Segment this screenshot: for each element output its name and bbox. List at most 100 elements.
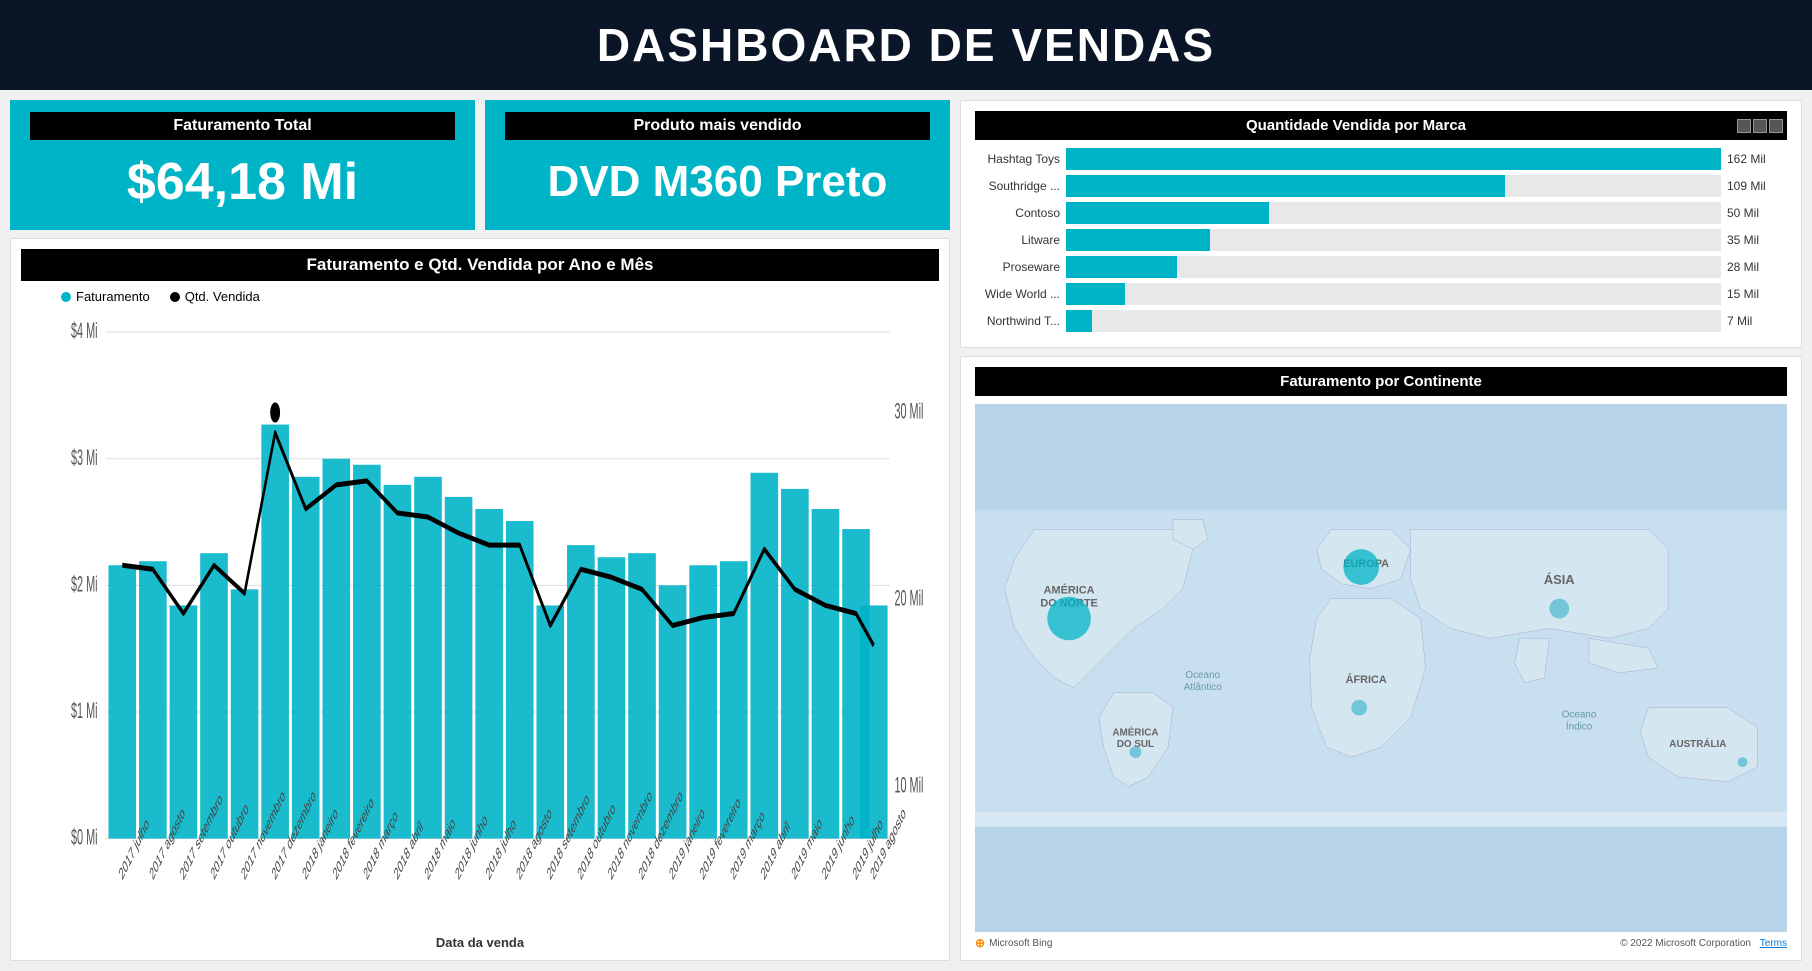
svg-text:$0 Mi: $0 Mi [71, 824, 98, 849]
header-title: DASHBOARD DE VENDAS [597, 19, 1215, 71]
chart-legend: Faturamento Qtd. Vendida [21, 289, 939, 304]
top-kpis: Faturamento Total $64,18 Mi Produto mais… [10, 100, 950, 230]
bubble-africa [1351, 700, 1367, 716]
legend-qtd-label: Qtd. Vendida [185, 289, 260, 304]
brand-bar-container [1066, 202, 1721, 224]
produto-title: Produto mais vendido [505, 112, 930, 140]
brands-section: Quantidade Vendida por Marca Hashtag Toy… [960, 100, 1802, 348]
chart-title: Faturamento e Qtd. Vendida por Ano e Mês [21, 249, 939, 281]
brand-icon-1[interactable] [1737, 119, 1751, 133]
brand-name: Wide World ... [975, 287, 1060, 301]
brand-name: Northwind T... [975, 314, 1060, 328]
svg-text:10 Mil: 10 Mil [894, 772, 923, 797]
brand-value: 28 Mil [1727, 260, 1787, 274]
brands-title-text: Quantidade Vendida por Marca [975, 117, 1737, 134]
brand-name: Hashtag Toys [975, 152, 1060, 166]
legend-dot-blue [61, 292, 71, 302]
legend-faturamento: Faturamento [61, 289, 150, 304]
bubble-europe [1343, 549, 1379, 585]
produto-value: DVD M360 Preto [505, 150, 930, 214]
map-container: AMÉRICA DO NORTE AMÉRICA DO SUL EUROPA Á… [975, 404, 1787, 932]
chart-svg: $4 Mi $3 Mi $2 Mi $1 Mi $0 Mi 30 Mil 20 … [71, 308, 929, 931]
copyright-text: © 2022 Microsoft Corporation [1620, 938, 1751, 949]
legend-qtd: Qtd. Vendida [170, 289, 260, 304]
bing-label: Microsoft Bing [989, 938, 1052, 949]
main-content: Faturamento Total $64,18 Mi Produto mais… [0, 90, 1812, 971]
brand-value: 109 Mil [1727, 179, 1787, 193]
map-title: Faturamento por Continente [975, 367, 1787, 396]
brand-row: Contoso 50 Mil [975, 202, 1787, 224]
bubble-north-america [1047, 597, 1091, 641]
right-panel: Quantidade Vendida por Marca Hashtag Toy… [960, 90, 1812, 971]
brand-bar-container [1066, 256, 1721, 278]
brand-name: Litware [975, 233, 1060, 247]
brand-value: 50 Mil [1727, 206, 1787, 220]
produto-kpi: Produto mais vendido DVD M360 Preto [485, 100, 950, 230]
peak-dot [270, 402, 280, 422]
brand-bar [1066, 256, 1177, 278]
world-map-svg: AMÉRICA DO NORTE AMÉRICA DO SUL EUROPA Á… [975, 404, 1787, 932]
brands-title: Quantidade Vendida por Marca [975, 111, 1787, 140]
brand-row: Southridge ... 109 Mil [975, 175, 1787, 197]
label-africa: ÁFRICA [1346, 673, 1387, 686]
bubble-south-america [1129, 746, 1141, 758]
bubble-australia [1737, 757, 1747, 767]
svg-text:$4 Mi: $4 Mi [71, 318, 98, 343]
label-indian-ocean-2: Índico [1566, 721, 1593, 732]
bing-icon: ⊕ [975, 936, 985, 950]
brand-icon-2[interactable] [1753, 119, 1767, 133]
label-indian-ocean: Oceano [1562, 710, 1597, 721]
brand-row: Wide World ... 15 Mil [975, 283, 1787, 305]
brand-bar-container [1066, 229, 1721, 251]
faturamento-value: $64,18 Mi [30, 150, 455, 214]
brand-name: Contoso [975, 206, 1060, 220]
svg-text:$3 Mi: $3 Mi [71, 444, 98, 469]
brand-name: Proseware [975, 260, 1060, 274]
map-footer: ⊕ Microsoft Bing © 2022 Microsoft Corpor… [975, 936, 1787, 950]
brand-bar [1066, 148, 1721, 170]
bars-group [108, 425, 887, 839]
brands-list: Hashtag Toys 162 Mil Southridge ... 109 … [975, 148, 1787, 332]
label-north-america: AMÉRICA [1044, 584, 1095, 597]
faturamento-title: Faturamento Total [30, 112, 455, 140]
map-section: Faturamento por Continente [960, 356, 1802, 961]
bing-logo: ⊕ Microsoft Bing [975, 936, 1052, 950]
left-panel: Faturamento Total $64,18 Mi Produto mais… [0, 90, 960, 971]
legend-faturamento-label: Faturamento [76, 289, 150, 304]
terms-link[interactable]: Terms [1760, 938, 1787, 949]
label-south-america: AMÉRICA [1112, 727, 1158, 738]
brand-row: Northwind T... 7 Mil [975, 310, 1787, 332]
brand-bar-container [1066, 175, 1721, 197]
brand-bar [1066, 283, 1125, 305]
svg-text:30 Mil: 30 Mil [894, 398, 923, 423]
faturamento-kpi: Faturamento Total $64,18 Mi [10, 100, 475, 230]
brand-bar [1066, 310, 1092, 332]
svg-text:20 Mil: 20 Mil [894, 585, 923, 610]
legend-dot-black [170, 292, 180, 302]
brand-row: Litware 35 Mil [975, 229, 1787, 251]
svg-text:$1 Mi: $1 Mi [71, 698, 98, 723]
dashboard-header: DASHBOARD DE VENDAS [0, 0, 1812, 90]
label-asia: ÁSIA [1544, 572, 1575, 587]
brand-value: 15 Mil [1727, 287, 1787, 301]
label-australia: AUSTRÁLIA [1669, 739, 1726, 750]
brand-bar-container [1066, 283, 1721, 305]
brand-bar [1066, 202, 1269, 224]
brand-row: Hashtag Toys 162 Mil [975, 148, 1787, 170]
chart-section: Faturamento e Qtd. Vendida por Ano e Mês… [10, 238, 950, 961]
map-copyright: © 2022 Microsoft Corporation Terms [1620, 938, 1787, 949]
brand-bar [1066, 175, 1505, 197]
bubble-asia [1549, 599, 1569, 619]
brand-bar-container [1066, 148, 1721, 170]
brand-value: 7 Mil [1727, 314, 1787, 328]
brand-icon-3[interactable] [1769, 119, 1783, 133]
brand-value: 162 Mil [1727, 152, 1787, 166]
brand-name: Southridge ... [975, 179, 1060, 193]
chart-area: $4 Mi $3 Mi $2 Mi $1 Mi $0 Mi 30 Mil 20 … [21, 308, 939, 931]
label-atlantic-ocean-2: Atlântico [1184, 682, 1222, 693]
brand-toolbar-icons [1737, 119, 1787, 133]
brand-bar [1066, 229, 1210, 251]
brand-bar-container [1066, 310, 1721, 332]
label-atlantic-ocean: Oceano [1185, 670, 1220, 681]
brand-row: Proseware 28 Mil [975, 256, 1787, 278]
